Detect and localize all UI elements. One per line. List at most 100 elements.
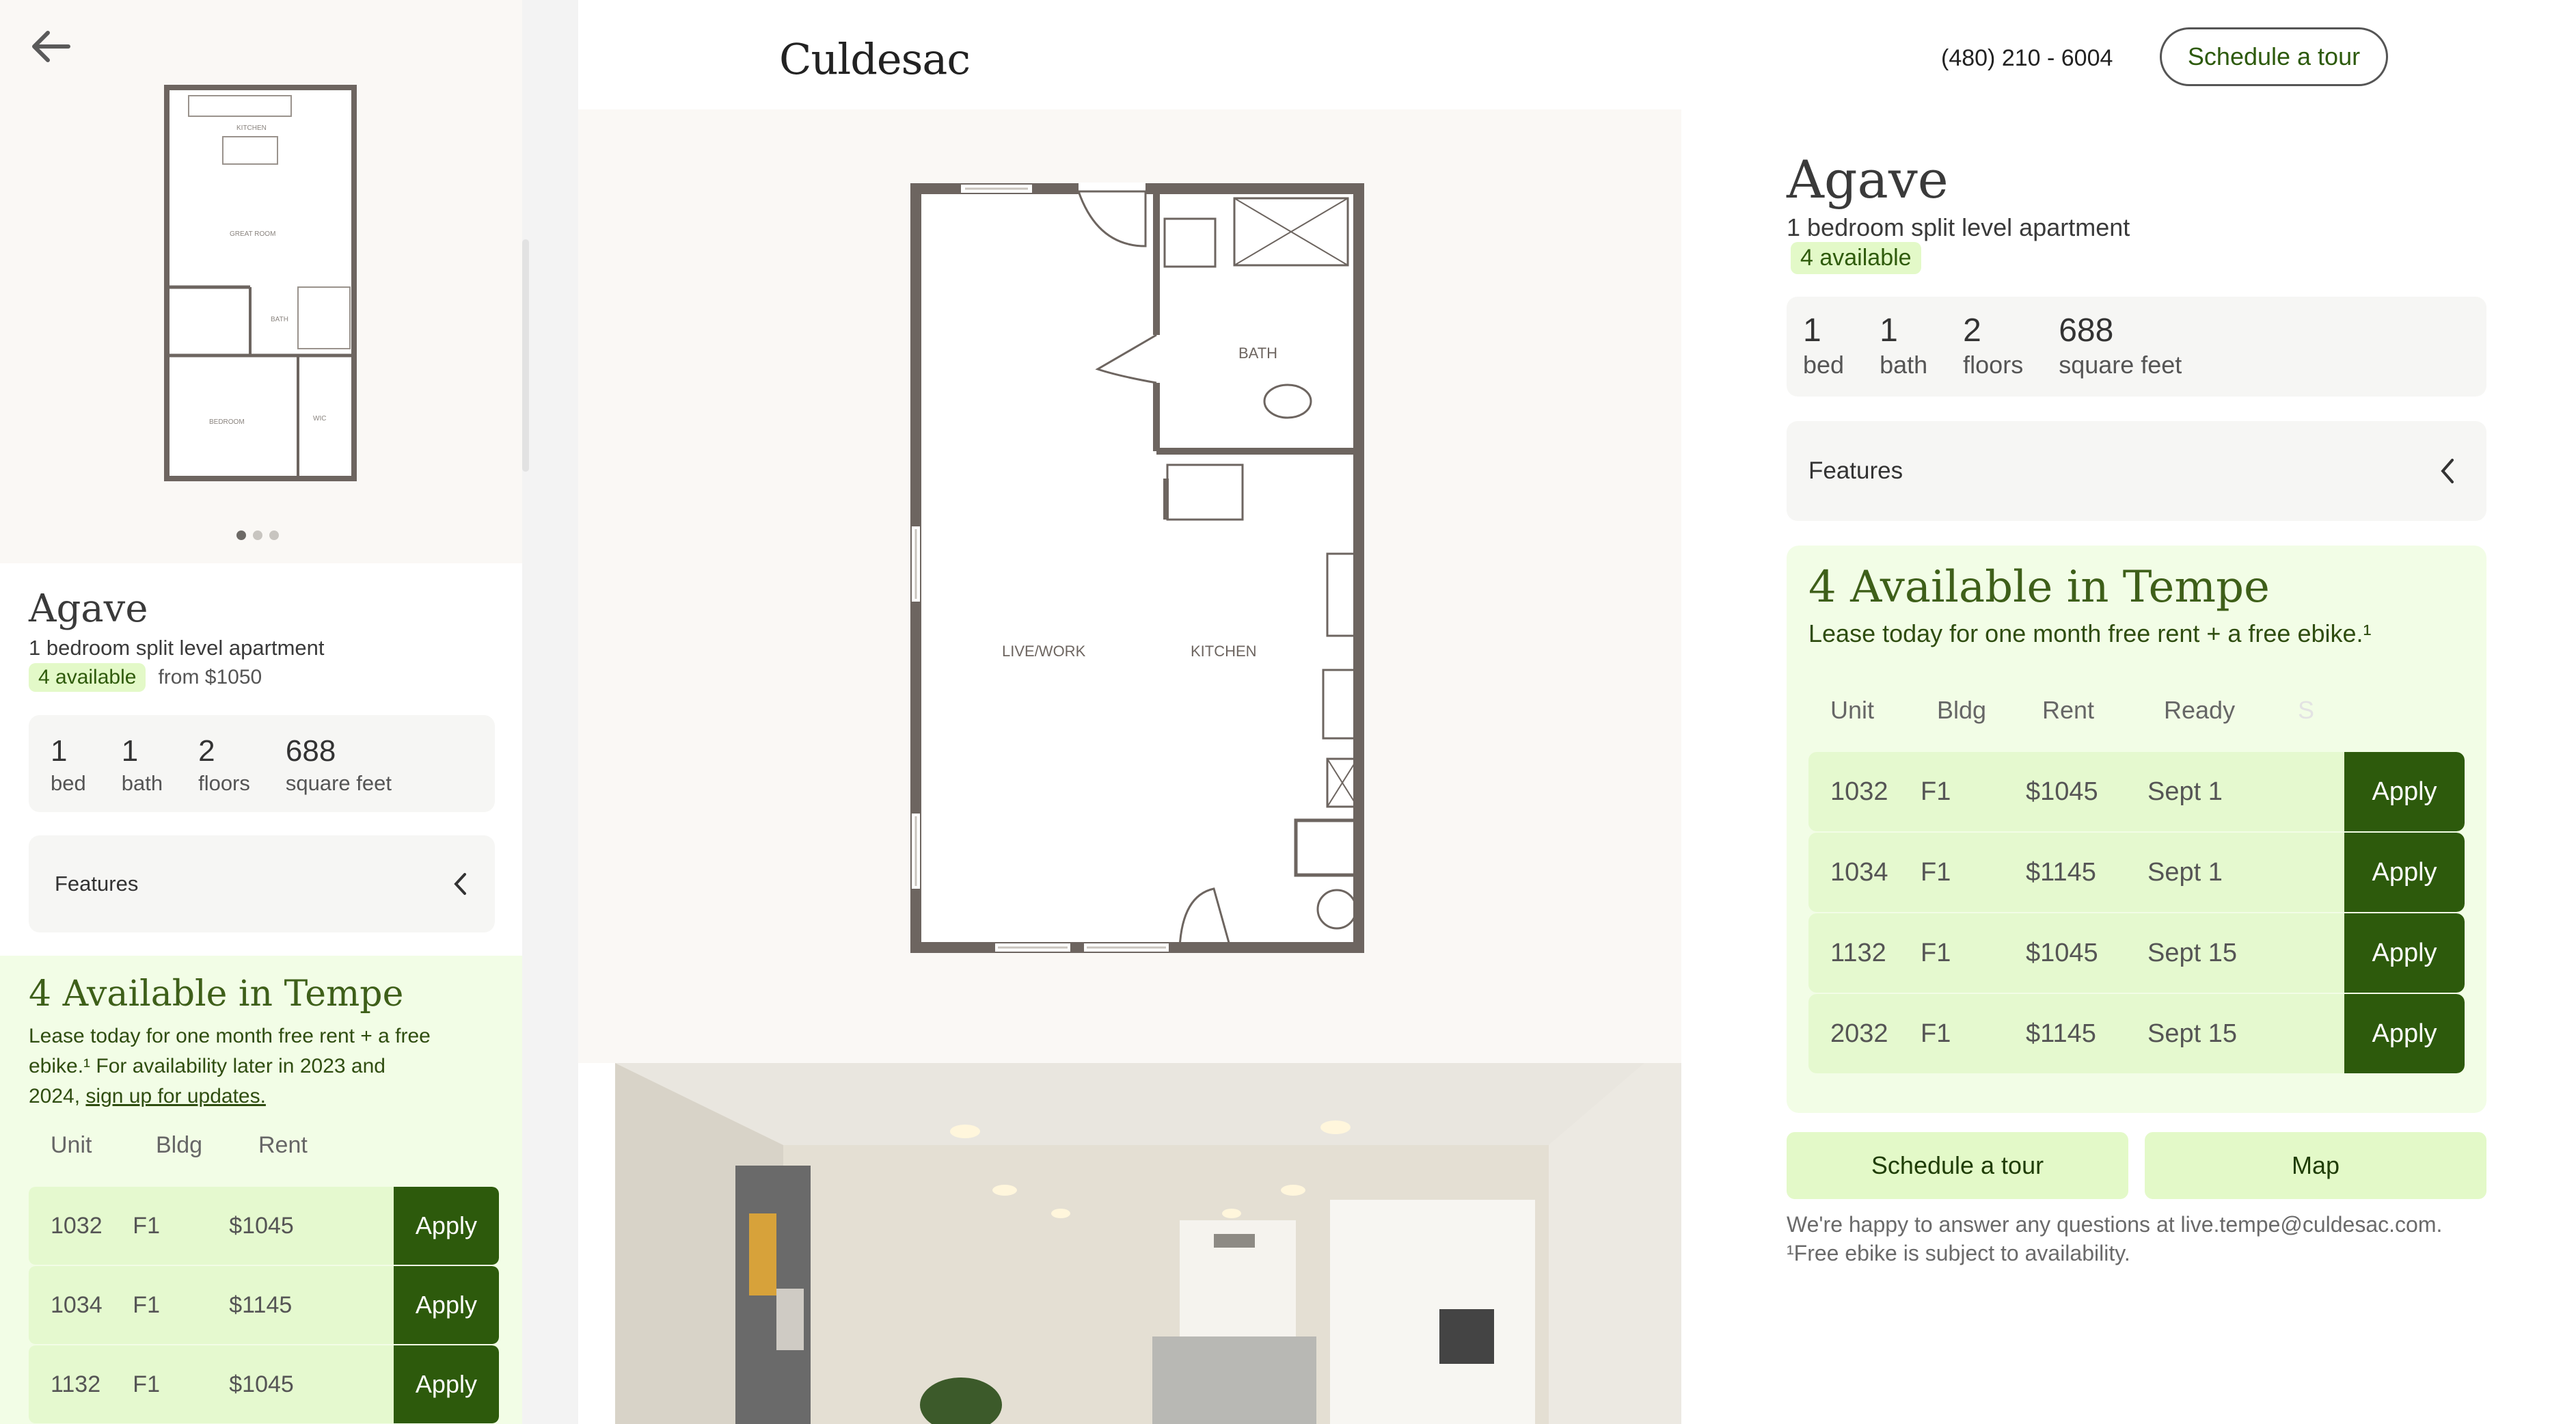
floorplan-label-kitchen: KITCHEN bbox=[1191, 643, 1257, 660]
culdesac-logo[interactable]: Culdesac bbox=[779, 34, 971, 84]
cell-unit: 2032 bbox=[1830, 1019, 1888, 1048]
features-toggle[interactable]: Features bbox=[1787, 421, 2486, 521]
spec-value: 688 bbox=[2059, 312, 2114, 349]
interior-photo-image bbox=[578, 1063, 1681, 1424]
detail-actions: Schedule a tour Map bbox=[1787, 1132, 2486, 1199]
spec-label: square feet bbox=[285, 771, 392, 795]
floorplan-label-bath: BATH bbox=[1238, 345, 1277, 362]
spec-floors: 2 floors bbox=[198, 734, 250, 812]
apply-button[interactable]: Apply bbox=[393, 1187, 499, 1265]
spec-label: square feet bbox=[2059, 351, 2182, 379]
availability-table-header: Unit Bldg Rent Ready S bbox=[1830, 696, 2314, 725]
mobile-table-header: Unit Bldg Rent bbox=[51, 1132, 308, 1159]
cell-ready: Sept 1 bbox=[2147, 857, 2223, 887]
phone-number-link[interactable]: (480) 210 - 6004 bbox=[1941, 45, 2113, 72]
unit-subtitle: 1 bedroom split level apartment bbox=[1787, 213, 2130, 241]
table-row: 1032 F1 $1045 Sept 1 Apply bbox=[1808, 752, 2465, 831]
mobile-unit-list: 1032 F1 $1045 Apply 1034 F1 $1145 Apply … bbox=[29, 1187, 499, 1424]
scrollbar-thumb[interactable] bbox=[522, 239, 529, 472]
cell-bldg: F1 bbox=[1921, 777, 1951, 806]
schedule-tour-button[interactable]: Schedule a tour bbox=[1787, 1132, 2128, 1199]
apply-button[interactable]: Apply bbox=[2344, 994, 2465, 1073]
cell-unit: 1034 bbox=[1830, 857, 1888, 887]
cell-bldg: F1 bbox=[1921, 857, 1951, 887]
spec-value: 2 bbox=[198, 734, 215, 768]
spec-square-feet: 688 square feet bbox=[2059, 312, 2182, 397]
cell-unit: 1132 bbox=[1830, 938, 1886, 967]
mobile-floorplan-carousel[interactable]: KITCHEN GREAT ROOM BATH BEDROOM WIC bbox=[0, 0, 522, 563]
cell-bldg: F1 bbox=[1921, 1019, 1951, 1048]
col-ready: Ready bbox=[2164, 696, 2236, 724]
cell-unit: 1034 bbox=[51, 1291, 103, 1318]
floorplan-viewer[interactable]: BATH LIVE/WORK KITCHEN bbox=[578, 109, 1681, 1063]
col-unit: Unit bbox=[1830, 696, 1875, 724]
floorplan-drawing: BATH LIVE/WORK KITCHEN bbox=[910, 183, 1364, 953]
cell-unit: 1132 bbox=[51, 1371, 101, 1397]
contact-footnote: We're happy to answer any questions at l… bbox=[1787, 1210, 2442, 1267]
spec-value: 688 bbox=[285, 734, 336, 768]
mobile-availability-summary: 4 available from $1050 bbox=[29, 663, 262, 692]
apply-button[interactable]: Apply bbox=[2344, 752, 2465, 831]
spec-square-feet: 688 square feet bbox=[286, 734, 392, 812]
cell-ready: Sept 15 bbox=[2147, 1019, 2237, 1048]
floorplan-label-live-work: LIVE/WORK bbox=[1002, 643, 1086, 660]
spec-card: 1 bed 1 bath 2 floors 688 square feet bbox=[1787, 297, 2486, 397]
spec-bed: 1 bed bbox=[1803, 312, 1844, 397]
col-bldg: Bldg bbox=[1937, 696, 1987, 724]
spec-label: floors bbox=[198, 771, 250, 795]
col-truncated: S bbox=[2298, 696, 2315, 724]
mobile-floorplan-image: KITCHEN GREAT ROOM BATH BEDROOM WIC bbox=[164, 85, 357, 481]
available-badge: 4 available bbox=[1791, 242, 1921, 274]
cell-rent: $1045 bbox=[2026, 777, 2098, 806]
apply-button[interactable]: Apply bbox=[2344, 833, 2465, 912]
spec-label: bath bbox=[1880, 351, 1928, 379]
spec-value: 1 bbox=[1880, 312, 1898, 349]
map-button[interactable]: Map bbox=[2145, 1132, 2486, 1199]
mobile-plan-label-bedroom: BEDROOM bbox=[209, 418, 245, 426]
mobile-unit-subtitle: 1 bedroom split level apartment bbox=[29, 636, 325, 660]
top-navigation: Culdesac (480) 210 - 6004 Schedule a tou… bbox=[578, 0, 2576, 109]
cell-unit: 1032 bbox=[51, 1212, 103, 1239]
col-rent: Rent bbox=[258, 1132, 308, 1158]
back-arrow-icon[interactable] bbox=[29, 27, 72, 66]
mobile-plan-label-kitchen: KITCHEN bbox=[236, 124, 267, 132]
table-row: 1132 F1 $1045 Apply bbox=[29, 1345, 499, 1423]
cell-bldg: F1 bbox=[133, 1371, 160, 1397]
mobile-preview-panel: KITCHEN GREAT ROOM BATH BEDROOM WIC Agav… bbox=[0, 0, 522, 1424]
mobile-plan-label-bath: BATH bbox=[271, 316, 288, 323]
schedule-tour-nav-button[interactable]: Schedule a tour bbox=[2160, 27, 2388, 86]
availability-table: 1032 F1 $1045 Sept 1 Apply 1034 F1 $1145… bbox=[1808, 752, 2465, 1075]
carousel-dots[interactable] bbox=[236, 530, 279, 540]
apply-button[interactable]: Apply bbox=[393, 1345, 499, 1423]
availability-section: 4 Available in Tempe Lease today for one… bbox=[1787, 546, 2486, 1113]
mobile-spec-card: 1 bed 1 bath 2 floors 688 square feet bbox=[29, 715, 495, 812]
apply-button[interactable]: Apply bbox=[393, 1266, 499, 1344]
mobile-scrollbar[interactable] bbox=[522, 0, 578, 1424]
mobile-availability-heading: 4 Available in Tempe bbox=[29, 973, 404, 1015]
spec-value: 2 bbox=[1963, 312, 1981, 349]
carousel-dot-active[interactable] bbox=[236, 530, 246, 540]
mobile-availability-text: Lease today for one month free rent + a … bbox=[29, 1021, 439, 1112]
cell-bldg: F1 bbox=[133, 1291, 160, 1318]
carousel-dot[interactable] bbox=[269, 530, 279, 540]
table-row: 1034 F1 $1145 Sept 1 Apply bbox=[1808, 833, 2465, 912]
mobile-plan-label-great-room: GREAT ROOM bbox=[230, 230, 275, 238]
table-row: 1034 F1 $1145 Apply bbox=[29, 1266, 499, 1344]
cell-rent: $1145 bbox=[2026, 857, 2096, 887]
spec-bath: 1 bath bbox=[122, 734, 163, 812]
carousel-dot[interactable] bbox=[253, 530, 262, 540]
chevron-left-icon bbox=[2441, 459, 2454, 483]
mobile-unit-title: Agave bbox=[29, 587, 148, 631]
cell-bldg: F1 bbox=[1921, 938, 1951, 967]
apply-button[interactable]: Apply bbox=[2344, 913, 2465, 993]
table-row: 1132 F1 $1045 Sept 15 Apply bbox=[1808, 913, 2465, 993]
ebike-footnote: ¹Free ebike is subject to availability. bbox=[1787, 1241, 2130, 1265]
signup-updates-link[interactable]: sign up for updates. bbox=[85, 1085, 266, 1107]
mobile-features-toggle[interactable]: Features bbox=[29, 835, 495, 932]
cell-bldg: F1 bbox=[133, 1212, 160, 1239]
table-row: 1032 F1 $1045 Apply bbox=[29, 1187, 499, 1265]
interior-photo[interactable] bbox=[578, 1063, 1681, 1424]
cell-rent: $1045 bbox=[229, 1212, 294, 1239]
cell-rent: $1145 bbox=[229, 1291, 293, 1318]
cell-unit: 1032 bbox=[1830, 777, 1888, 806]
